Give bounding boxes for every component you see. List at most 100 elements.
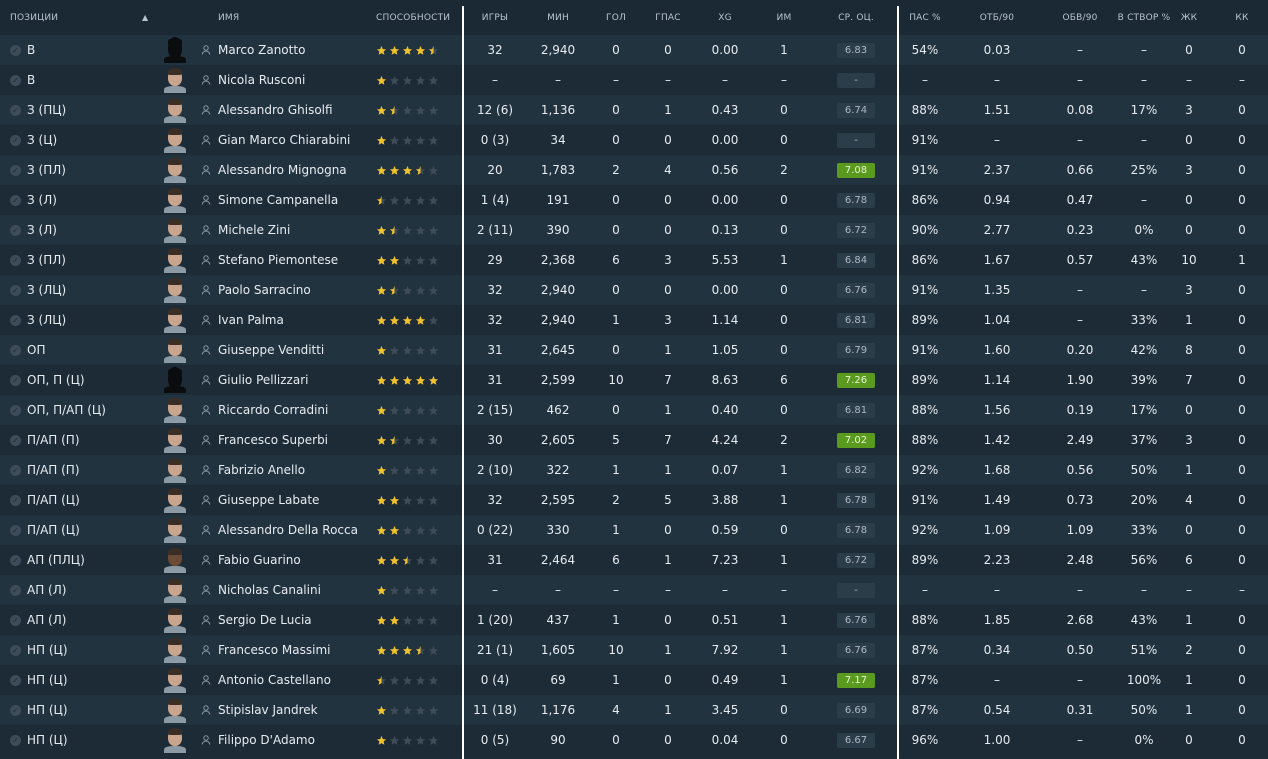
assists-value: 7 (664, 433, 672, 447)
xg-value: 0.43 (711, 103, 739, 117)
apps-value: 32 (487, 493, 503, 507)
player-name[interactable]: Marco Zanotto (218, 35, 368, 65)
player-name[interactable]: Gian Marco Chiarabini (218, 125, 368, 155)
table-row[interactable]: ✓ З (ЛЦ) Ivan Palma 32 2,940 1 3 1.14 0 6.81 89% 1.… (0, 305, 1268, 335)
header-red-cards[interactable]: КК (1228, 0, 1256, 35)
player-position: П/АП (Ц) (27, 493, 80, 507)
header-positions[interactable]: ПОЗИЦИИ (10, 0, 140, 35)
xg-value: 3.88 (711, 493, 739, 507)
header-tackles[interactable]: ОТБ/90 (970, 0, 1024, 35)
rating-cell: 6.76 (834, 605, 878, 635)
shots-on-target-value: 37% (1130, 433, 1158, 447)
red-cards-value: 0 (1238, 523, 1246, 537)
header-yellow-cards[interactable]: ЖК (1176, 0, 1202, 35)
player-name[interactable]: Nicola Rusconi (218, 65, 368, 95)
table-row[interactable]: ✓ ОП, П (Ц) Giulio Pellizzari 31 2,599 10 7 8.6… (0, 365, 1268, 395)
player-name[interactable]: Fabrizio Anello (218, 455, 368, 485)
table-row[interactable]: ✓ ОП, П/АП (Ц) Riccardo Corradini 2 (15) 462… (0, 395, 1268, 425)
sort-ascending-icon[interactable]: ▲ (142, 0, 148, 35)
player-name[interactable]: Sergio De Lucia (218, 605, 368, 635)
table-row[interactable]: ✓ НП (Ц) Filippo D'Adamo 0 (5) 90 0 0 0.04 0 6.67… (0, 725, 1268, 755)
rating-cell: - (834, 65, 878, 95)
player-name[interactable]: Riccardo Corradini (218, 395, 368, 425)
mins-value: – (555, 583, 561, 597)
header-rating[interactable]: СР. ОЦ. (834, 0, 878, 35)
pom-value: 0 (780, 343, 788, 357)
table-row[interactable]: ✓ З (Л) Michele Zini 2 (11) 390 0 0 0.13 0 6.72 90… (0, 215, 1268, 245)
player-name[interactable]: Fabio Guarino (218, 545, 368, 575)
mins-value: 2,599 (540, 373, 576, 387)
table-row[interactable]: ✓ З (ПЛ) Alessandro Mignogna 20 1,783 2 4 0.56 2… (0, 155, 1268, 185)
player-name[interactable]: Simone Campanella (218, 185, 368, 215)
table-row[interactable]: ✓ АП (Л) Sergio De Lucia 1 (20) 437 1 0 0.51 1 6.… (0, 605, 1268, 635)
tackles-value: 2.77 (983, 223, 1011, 237)
ability-stars (376, 245, 462, 275)
player-name[interactable]: Antonio Castellano (218, 665, 368, 695)
position-cell: ✓ З (Ц) (10, 125, 140, 155)
header-goals[interactable]: ГОЛ (596, 0, 636, 35)
player-name[interactable]: Alessandro Mignogna (218, 155, 368, 185)
header-shots-on-target[interactable]: В СТВОР % (1114, 0, 1174, 35)
header-pom[interactable]: ИМ (766, 0, 802, 35)
interceptions-value: – (1077, 73, 1083, 87)
player-position: НП (Ц) (27, 733, 68, 747)
header-xg[interactable]: XG (703, 0, 747, 35)
table-row[interactable]: ✓ П/АП (П) Francesco Superbi 30 2,605 5 7 4.24 2… (0, 425, 1268, 455)
header-ability[interactable]: СПОСОБНОСТИ (376, 0, 462, 35)
table-row[interactable]: ✓ АП (ПЛЦ) Fabio Guarino 31 2,464 6 1 7.23 1 6.72… (0, 545, 1268, 575)
player-name[interactable]: Giuseppe Labate (218, 485, 368, 515)
pass-pct-value: 92% (911, 523, 939, 537)
check-icon: ✓ (10, 734, 21, 746)
player-name[interactable]: Giulio Pellizzari (218, 365, 368, 395)
table-row[interactable]: ✓ З (Ц) Gian Marco Chiarabini 0 (3) 34 0 0 0.00… (0, 125, 1268, 155)
player-name[interactable]: Giuseppe Venditti (218, 335, 368, 365)
table-row[interactable]: ✓ АП (Л) Nicholas Canalini – – – – – – - – – – – – – (0, 575, 1268, 605)
tackles-value: 1.42 (983, 433, 1011, 447)
pom-value: – (781, 583, 787, 597)
mins-value: 1,783 (540, 163, 576, 177)
header-mins[interactable]: МИН (531, 0, 585, 35)
table-row[interactable]: ✓ В Marco Zanotto 32 2,940 0 0 0.00 1 6.83 54% 0.03… (0, 35, 1268, 65)
header-apps[interactable]: ИГРЫ (469, 0, 521, 35)
player-name[interactable]: Alessandro Della Rocca (218, 515, 368, 545)
player-name[interactable]: Francesco Massimi (218, 635, 368, 665)
table-row[interactable]: ✓ З (Л) Simone Campanella 1 (4) 191 0 0 0.00 0 6.… (0, 185, 1268, 215)
table-row[interactable]: ✓ НП (Ц) Stipislav Jandrek 11 (18) 1,176 4 1 3.… (0, 695, 1268, 725)
player-position: П/АП (П) (27, 433, 80, 447)
player-name[interactable]: Ivan Palma (218, 305, 368, 335)
header-pass-pct[interactable]: ПАС % (905, 0, 945, 35)
apps-value: 21 (1) (476, 643, 514, 657)
table-row[interactable]: ✓ НП (Ц) Antonio Castellano 0 (4) 69 1 0 0.49 1 7… (0, 665, 1268, 695)
pass-pct-value: 90% (911, 223, 939, 237)
pom-value: – (781, 73, 787, 87)
header-name[interactable]: ИМЯ (218, 0, 368, 35)
rating-cell: 6.81 (834, 395, 878, 425)
player-face (160, 35, 190, 65)
player-name[interactable]: Nicholas Canalini (218, 575, 368, 605)
table-row[interactable]: ✓ В Nicola Rusconi – – – – – – - – – – – – – (0, 65, 1268, 95)
player-name[interactable]: Michele Zini (218, 215, 368, 245)
player-position: ОП (27, 343, 46, 357)
shots-on-target-value: 25% (1130, 163, 1158, 177)
player-name[interactable]: Stipislav Jandrek (218, 695, 368, 725)
header-interceptions[interactable]: ОБВ/90 (1052, 0, 1108, 35)
table-row[interactable]: ✓ З (ПЛ) Stefano Piemontese 29 2,368 6 3 5.53 1 6… (0, 245, 1268, 275)
table-row[interactable]: ✓ ОП Giuseppe Venditti 31 2,645 0 1 1.05 0 6.79 91… (0, 335, 1268, 365)
header-assists[interactable]: ГПАС (648, 0, 688, 35)
player-name[interactable]: Paolo Sarracino (218, 275, 368, 305)
player-name[interactable]: Francesco Superbi (218, 425, 368, 455)
player-name[interactable]: Stefano Piemontese (218, 245, 368, 275)
pass-pct-value: 86% (911, 193, 939, 207)
interceptions-value: – (1077, 733, 1083, 747)
ability-stars (376, 575, 462, 605)
table-row[interactable]: ✓ П/АП (Ц) Alessandro Della Rocca 0 (22) 330… (0, 515, 1268, 545)
table-row[interactable]: ✓ З (ПЦ) Alessandro Ghisolfi 12 (6) 1,136 0 1 0… (0, 95, 1268, 125)
table-row[interactable]: ✓ П/АП (Ц) Giuseppe Labate 32 2,595 2 5 3.88 1 6.… (0, 485, 1268, 515)
pass-pct-value: – (922, 73, 928, 87)
table-row[interactable]: ✓ НП (Ц) Francesco Massimi 21 (1) 1,605 10 1 7.… (0, 635, 1268, 665)
table-row[interactable]: ✓ З (ЛЦ) Paolo Sarracino 32 2,940 0 0 0.00 0 6.76… (0, 275, 1268, 305)
table-row[interactable]: ✓ П/АП (П) Fabrizio Anello 2 (10) 322 1 1 0.07 1… (0, 455, 1268, 485)
player-name[interactable]: Alessandro Ghisolfi (218, 95, 368, 125)
player-name[interactable]: Filippo D'Adamo (218, 725, 368, 755)
avatar (164, 157, 186, 183)
